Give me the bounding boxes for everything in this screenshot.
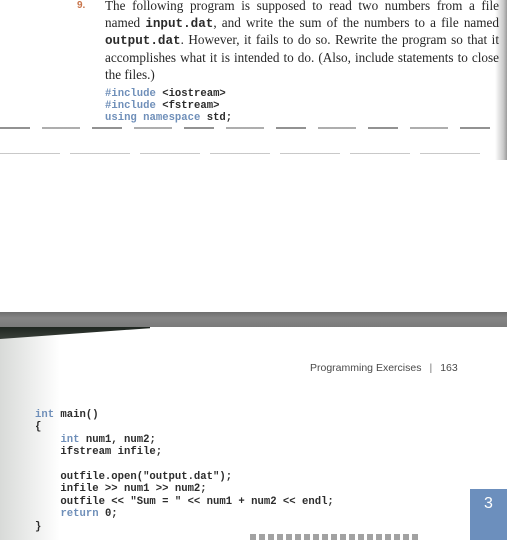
page-gap-divider	[0, 312, 507, 327]
code-token: infile >> num1 >> num2;	[35, 483, 207, 496]
exercise-9: 9. The following program is supposed to …	[77, 0, 499, 125]
code-token: 0;	[98, 508, 118, 521]
code-snippet-main: int main(){ int num1, num2; ifstream inf…	[35, 409, 334, 533]
question-text-segment: , and write the sum of the numbers to a …	[213, 14, 499, 30]
code-keyword: #include	[105, 87, 156, 100]
question-number: 9.	[77, 0, 86, 11]
code-token: num1, num2;	[79, 433, 156, 446]
code-line: int num1, num2;	[35, 434, 334, 446]
code-line: return 0;	[35, 508, 334, 520]
top-textbook-page: 9. The following program is supposed to …	[0, 0, 507, 312]
code-line: }	[35, 521, 334, 533]
code-line: using namespace std;	[105, 112, 499, 124]
page-curl-shadow	[0, 327, 150, 339]
code-line: {	[35, 421, 334, 433]
page-cut-line	[0, 127, 490, 129]
code-line: outfile.open("output.dat");	[35, 471, 334, 483]
code-token: std;	[200, 112, 233, 125]
chapter-number: 3	[484, 495, 493, 512]
chapter-tab: 3	[470, 489, 507, 540]
page-number: 163	[440, 362, 458, 374]
code-keyword: return	[60, 508, 99, 521]
code-token: main()	[54, 409, 99, 421]
question-text: The following program is supposed to rea…	[105, 0, 499, 84]
code-line: #include <fstream>	[105, 100, 499, 112]
code-token: outfile.open("output.dat");	[35, 471, 233, 484]
header-separator: |	[429, 362, 433, 374]
code-token: ifstream infile;	[35, 446, 163, 459]
code-line: ifstream infile;	[35, 446, 334, 458]
code-token: <iostream>	[155, 87, 226, 100]
code-keyword: #include	[105, 99, 156, 112]
cut-off-text-fragment	[250, 534, 420, 540]
filename-code: input.dat	[145, 16, 214, 31]
code-line: infile >> num1 >> num2;	[35, 483, 334, 495]
section-title: Programming Exercises	[310, 362, 422, 374]
code-snippet-includes: #include <iostream> #include <fstream> usi…	[105, 88, 499, 125]
code-line: outfile << "Sum = " << num1 + num2 << en…	[35, 495, 334, 508]
code-keyword: using namespace	[105, 112, 201, 125]
code-token: outfile << "Sum = " << num1 + num2 << en…	[35, 495, 334, 508]
code-token: <fstream>	[155, 99, 220, 112]
filename-code: output.dat	[105, 34, 181, 49]
code-keyword: int	[35, 409, 55, 421]
page-cut-line-faint	[0, 153, 490, 154]
code-line: int main()	[35, 409, 334, 421]
code-keyword: int	[60, 433, 80, 446]
code-line: #include <iostream>	[105, 88, 499, 100]
code-token: }	[35, 520, 42, 533]
bottom-textbook-page: Programming Exercises | 163 int main(){ in…	[0, 327, 507, 540]
running-head: Programming Exercises | 163	[310, 362, 458, 374]
code-token: {	[35, 421, 42, 434]
